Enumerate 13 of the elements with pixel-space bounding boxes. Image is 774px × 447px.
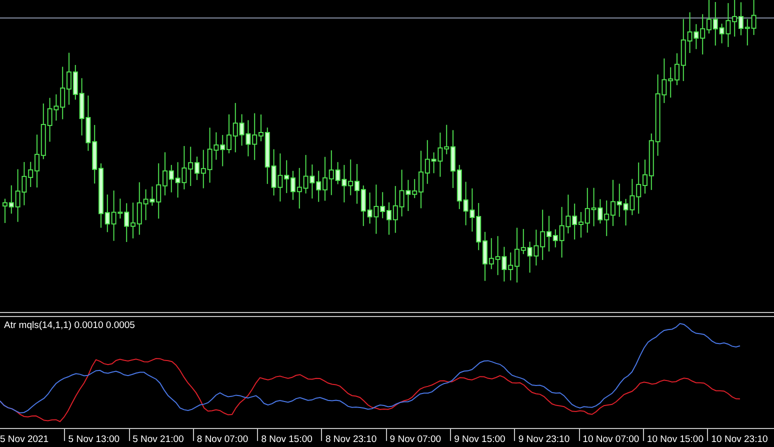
indicator-label: Atr mqls(14,1,1) 0.0010 0.0005 — [4, 320, 135, 331]
time-label: 9 Nov 15:00 — [450, 429, 514, 441]
time-label: 8 Nov 23:10 — [321, 429, 386, 441]
time-label: 8 Nov 15:00 — [257, 429, 322, 441]
time-label: 9 Nov 23:10 — [514, 429, 579, 441]
time-label: 5 Nov 13:00 — [64, 429, 129, 441]
time-label: 8 Nov 07:00 — [192, 429, 258, 441]
time-label: 5 Nov 2021 — [0, 433, 50, 441]
time-label: 9 Nov 07:00 — [386, 429, 450, 441]
time-label: 10 Nov 07:00 — [578, 429, 643, 441]
time-label: 5 Nov 21:00 — [128, 429, 193, 441]
time-label: 10 Nov 15:00 — [642, 429, 708, 441]
time-label: 10 Nov 23:10 — [707, 429, 772, 441]
